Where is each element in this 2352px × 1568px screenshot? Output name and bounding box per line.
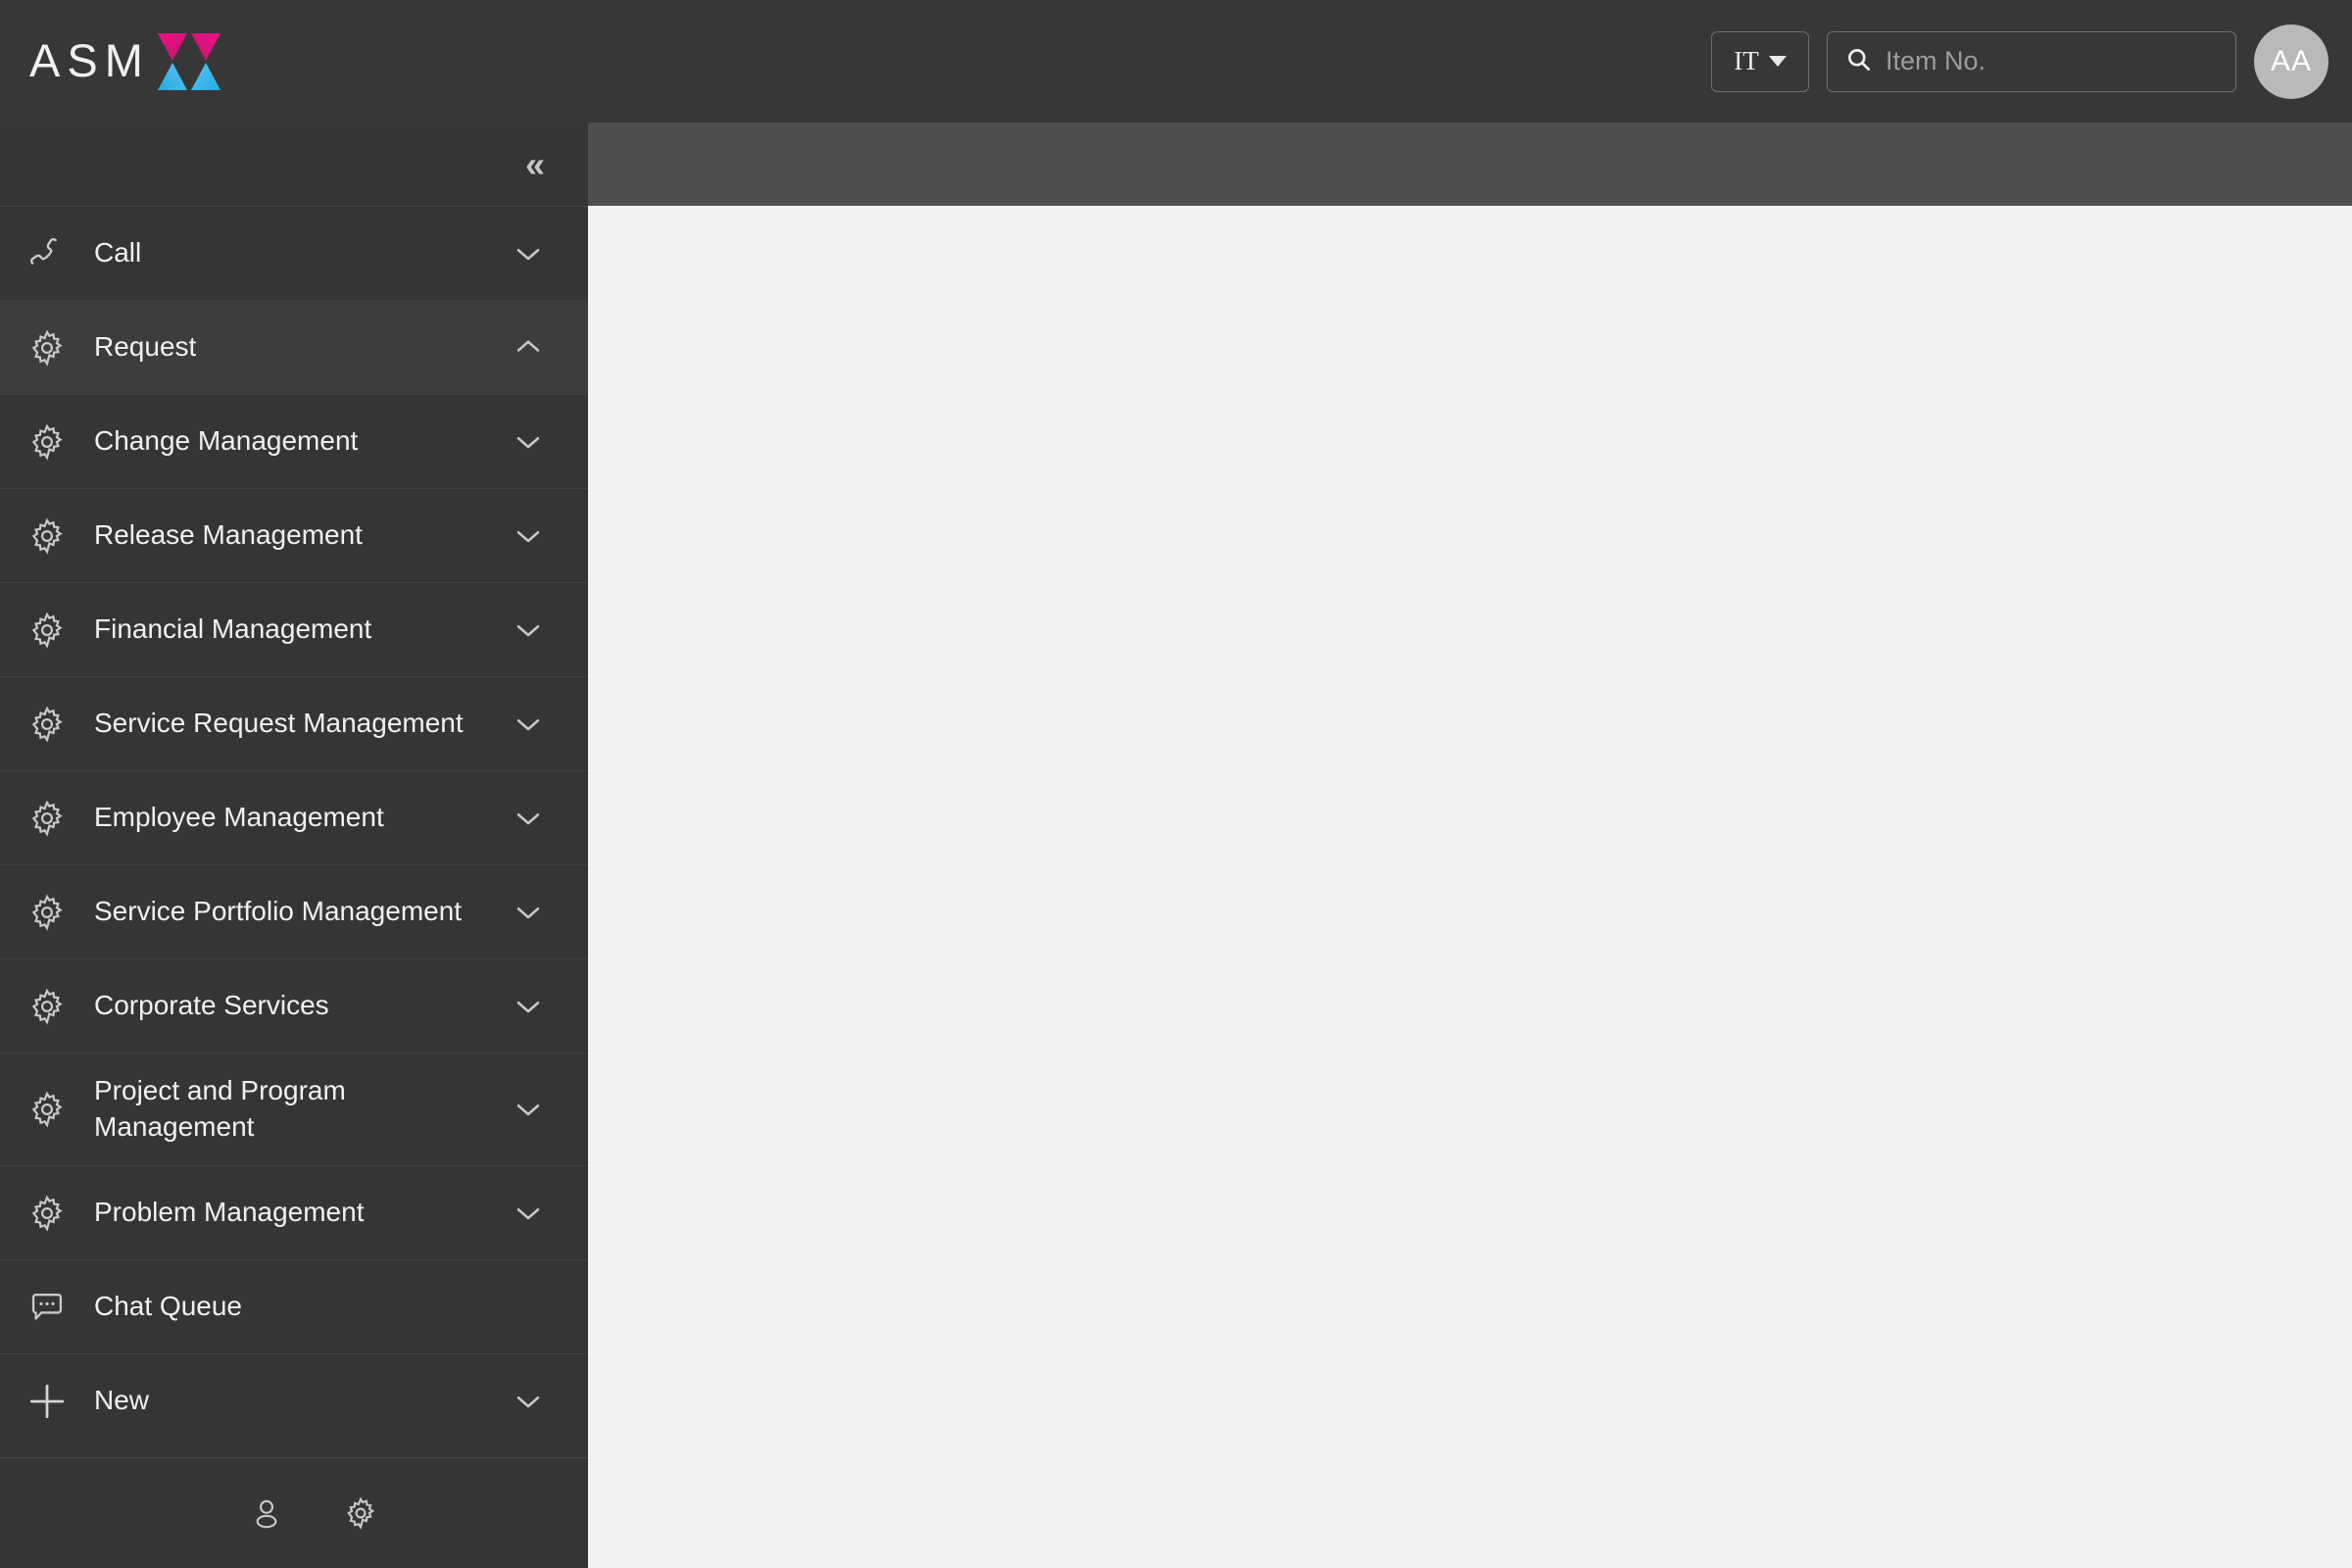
sidebar-item-label: New bbox=[94, 1385, 150, 1416]
gear-icon bbox=[344, 1496, 377, 1530]
gear-icon bbox=[28, 612, 66, 649]
sidebar-item-icon bbox=[0, 1289, 94, 1326]
sidebar-item-project-and-program-management[interactable]: Project and Program Management bbox=[0, 1054, 588, 1166]
sidebar-collapse-button[interactable]: « bbox=[0, 122, 588, 207]
app-logo[interactable]: ASM bbox=[29, 31, 220, 92]
header-controls: IT AA bbox=[1711, 0, 2328, 122]
chevron-down-icon[interactable] bbox=[512, 427, 545, 457]
sidebar-footer bbox=[0, 1458, 588, 1568]
sidebar-item-label: Chat Queue bbox=[94, 1291, 242, 1322]
double-chevron-left-icon: « bbox=[524, 143, 545, 184]
gear-icon bbox=[28, 706, 66, 743]
settings-button[interactable] bbox=[344, 1496, 377, 1530]
chevron-down-icon[interactable] bbox=[512, 710, 545, 739]
sidebar-item-label: Call bbox=[94, 237, 142, 269]
sidebar-item-label: Financial Management bbox=[94, 613, 372, 645]
sidebar-item-label: Release Management bbox=[94, 519, 363, 551]
sidebar-item-label: Corporate Services bbox=[94, 990, 329, 1021]
sidebar-item-financial-management[interactable]: Financial Management bbox=[0, 583, 588, 677]
avatar[interactable]: AA bbox=[2254, 24, 2328, 99]
main-canvas bbox=[588, 206, 2352, 1568]
sidebar-item-new[interactable]: New bbox=[0, 1354, 588, 1420]
chat-bubble-icon bbox=[28, 1289, 66, 1326]
search-box[interactable] bbox=[1827, 30, 2236, 92]
avatar-initials: AA bbox=[2270, 44, 2313, 77]
sidebar-item-chat-queue[interactable]: Chat Queue bbox=[0, 1260, 588, 1354]
sidebar-item-icon bbox=[0, 988, 94, 1025]
chevron-down-icon[interactable] bbox=[512, 615, 545, 645]
chevron-down-icon[interactable] bbox=[512, 1387, 545, 1416]
sidebar-item-icon bbox=[0, 894, 94, 931]
sidebar: « Call Request Change Management Release Ma… bbox=[0, 122, 588, 1568]
top-header-bar: ASM IT Item No. AA bbox=[0, 0, 2352, 122]
main-content-area bbox=[588, 122, 2352, 1568]
sidebar-item-icon bbox=[0, 612, 94, 649]
sidebar-item-label: Service Portfolio Management bbox=[94, 896, 463, 927]
caret-down-icon bbox=[1768, 56, 1787, 67]
sidebar-item-corporate-services[interactable]: Corporate Services bbox=[0, 959, 588, 1054]
sidebar-spacer bbox=[0, 1419, 588, 1458]
gear-icon bbox=[28, 329, 66, 367]
sidebar-nav-list: Call Request Change Management Release Mana… bbox=[0, 207, 588, 1420]
sidebar-item-icon bbox=[0, 706, 94, 743]
gear-icon bbox=[28, 1091, 66, 1128]
chevron-down-icon[interactable] bbox=[512, 804, 545, 833]
gear-icon bbox=[28, 800, 66, 837]
sidebar-item-icon bbox=[0, 1195, 94, 1232]
search-input[interactable] bbox=[1886, 46, 2232, 76]
chevron-down-icon[interactable] bbox=[512, 898, 545, 927]
gear-icon bbox=[28, 894, 66, 931]
sidebar-item-icon bbox=[0, 517, 94, 555]
sidebar-item-icon bbox=[0, 1380, 94, 1420]
chevron-down-icon[interactable] bbox=[512, 992, 545, 1021]
chevron-down-icon[interactable] bbox=[512, 239, 545, 269]
phone-icon bbox=[28, 235, 66, 272]
sidebar-item-label: Problem Management bbox=[94, 1197, 365, 1228]
chevron-down-icon[interactable] bbox=[512, 1199, 545, 1228]
sidebar-item-icon bbox=[0, 235, 94, 272]
sidebar-item-request[interactable]: Request bbox=[0, 301, 588, 395]
sidebar-item-label: Request bbox=[94, 331, 197, 363]
gear-icon bbox=[28, 517, 66, 555]
sidebar-item-icon bbox=[0, 329, 94, 367]
sidebar-item-service-portfolio-management[interactable]: Service Portfolio Management bbox=[0, 865, 588, 959]
gear-icon bbox=[28, 988, 66, 1025]
sidebar-item-change-management[interactable]: Change Management bbox=[0, 395, 588, 489]
sidebar-item-service-request-management[interactable]: Service Request Management bbox=[0, 677, 588, 771]
sidebar-item-label: Employee Management bbox=[94, 802, 384, 833]
chevron-up-icon[interactable] bbox=[512, 333, 545, 363]
sidebar-item-label: Service Request Management bbox=[94, 708, 464, 739]
plus-icon bbox=[25, 1380, 69, 1420]
sidebar-item-icon bbox=[0, 800, 94, 837]
user-icon bbox=[250, 1496, 283, 1530]
sidebar-item-employee-management[interactable]: Employee Management bbox=[0, 771, 588, 865]
sidebar-item-release-management[interactable]: Release Management bbox=[0, 489, 588, 583]
sidebar-item-problem-management[interactable]: Problem Management bbox=[0, 1166, 588, 1260]
chevron-down-icon[interactable] bbox=[512, 1095, 545, 1124]
sidebar-item-label: Change Management bbox=[94, 425, 359, 457]
chevron-down-icon[interactable] bbox=[512, 521, 545, 551]
main-toolbar bbox=[588, 122, 2352, 206]
logo-text: ASM bbox=[29, 34, 150, 86]
gear-icon bbox=[28, 1195, 66, 1232]
application-root: ASM IT Item No. AA « Call Request Change… bbox=[0, 0, 2352, 1568]
language-select[interactable]: IT bbox=[1711, 30, 1809, 92]
sidebar-item-call[interactable]: Call bbox=[0, 207, 588, 301]
sidebar-item-icon bbox=[0, 423, 94, 461]
search-icon bbox=[1845, 46, 1872, 77]
language-select-value: IT bbox=[1734, 46, 1759, 75]
asmx-x-mark-icon bbox=[157, 31, 220, 92]
gear-icon bbox=[28, 423, 66, 461]
profile-button[interactable] bbox=[250, 1496, 283, 1530]
sidebar-item-icon bbox=[0, 1091, 94, 1128]
sidebar-item-label: Project and Program Management bbox=[94, 1075, 346, 1142]
